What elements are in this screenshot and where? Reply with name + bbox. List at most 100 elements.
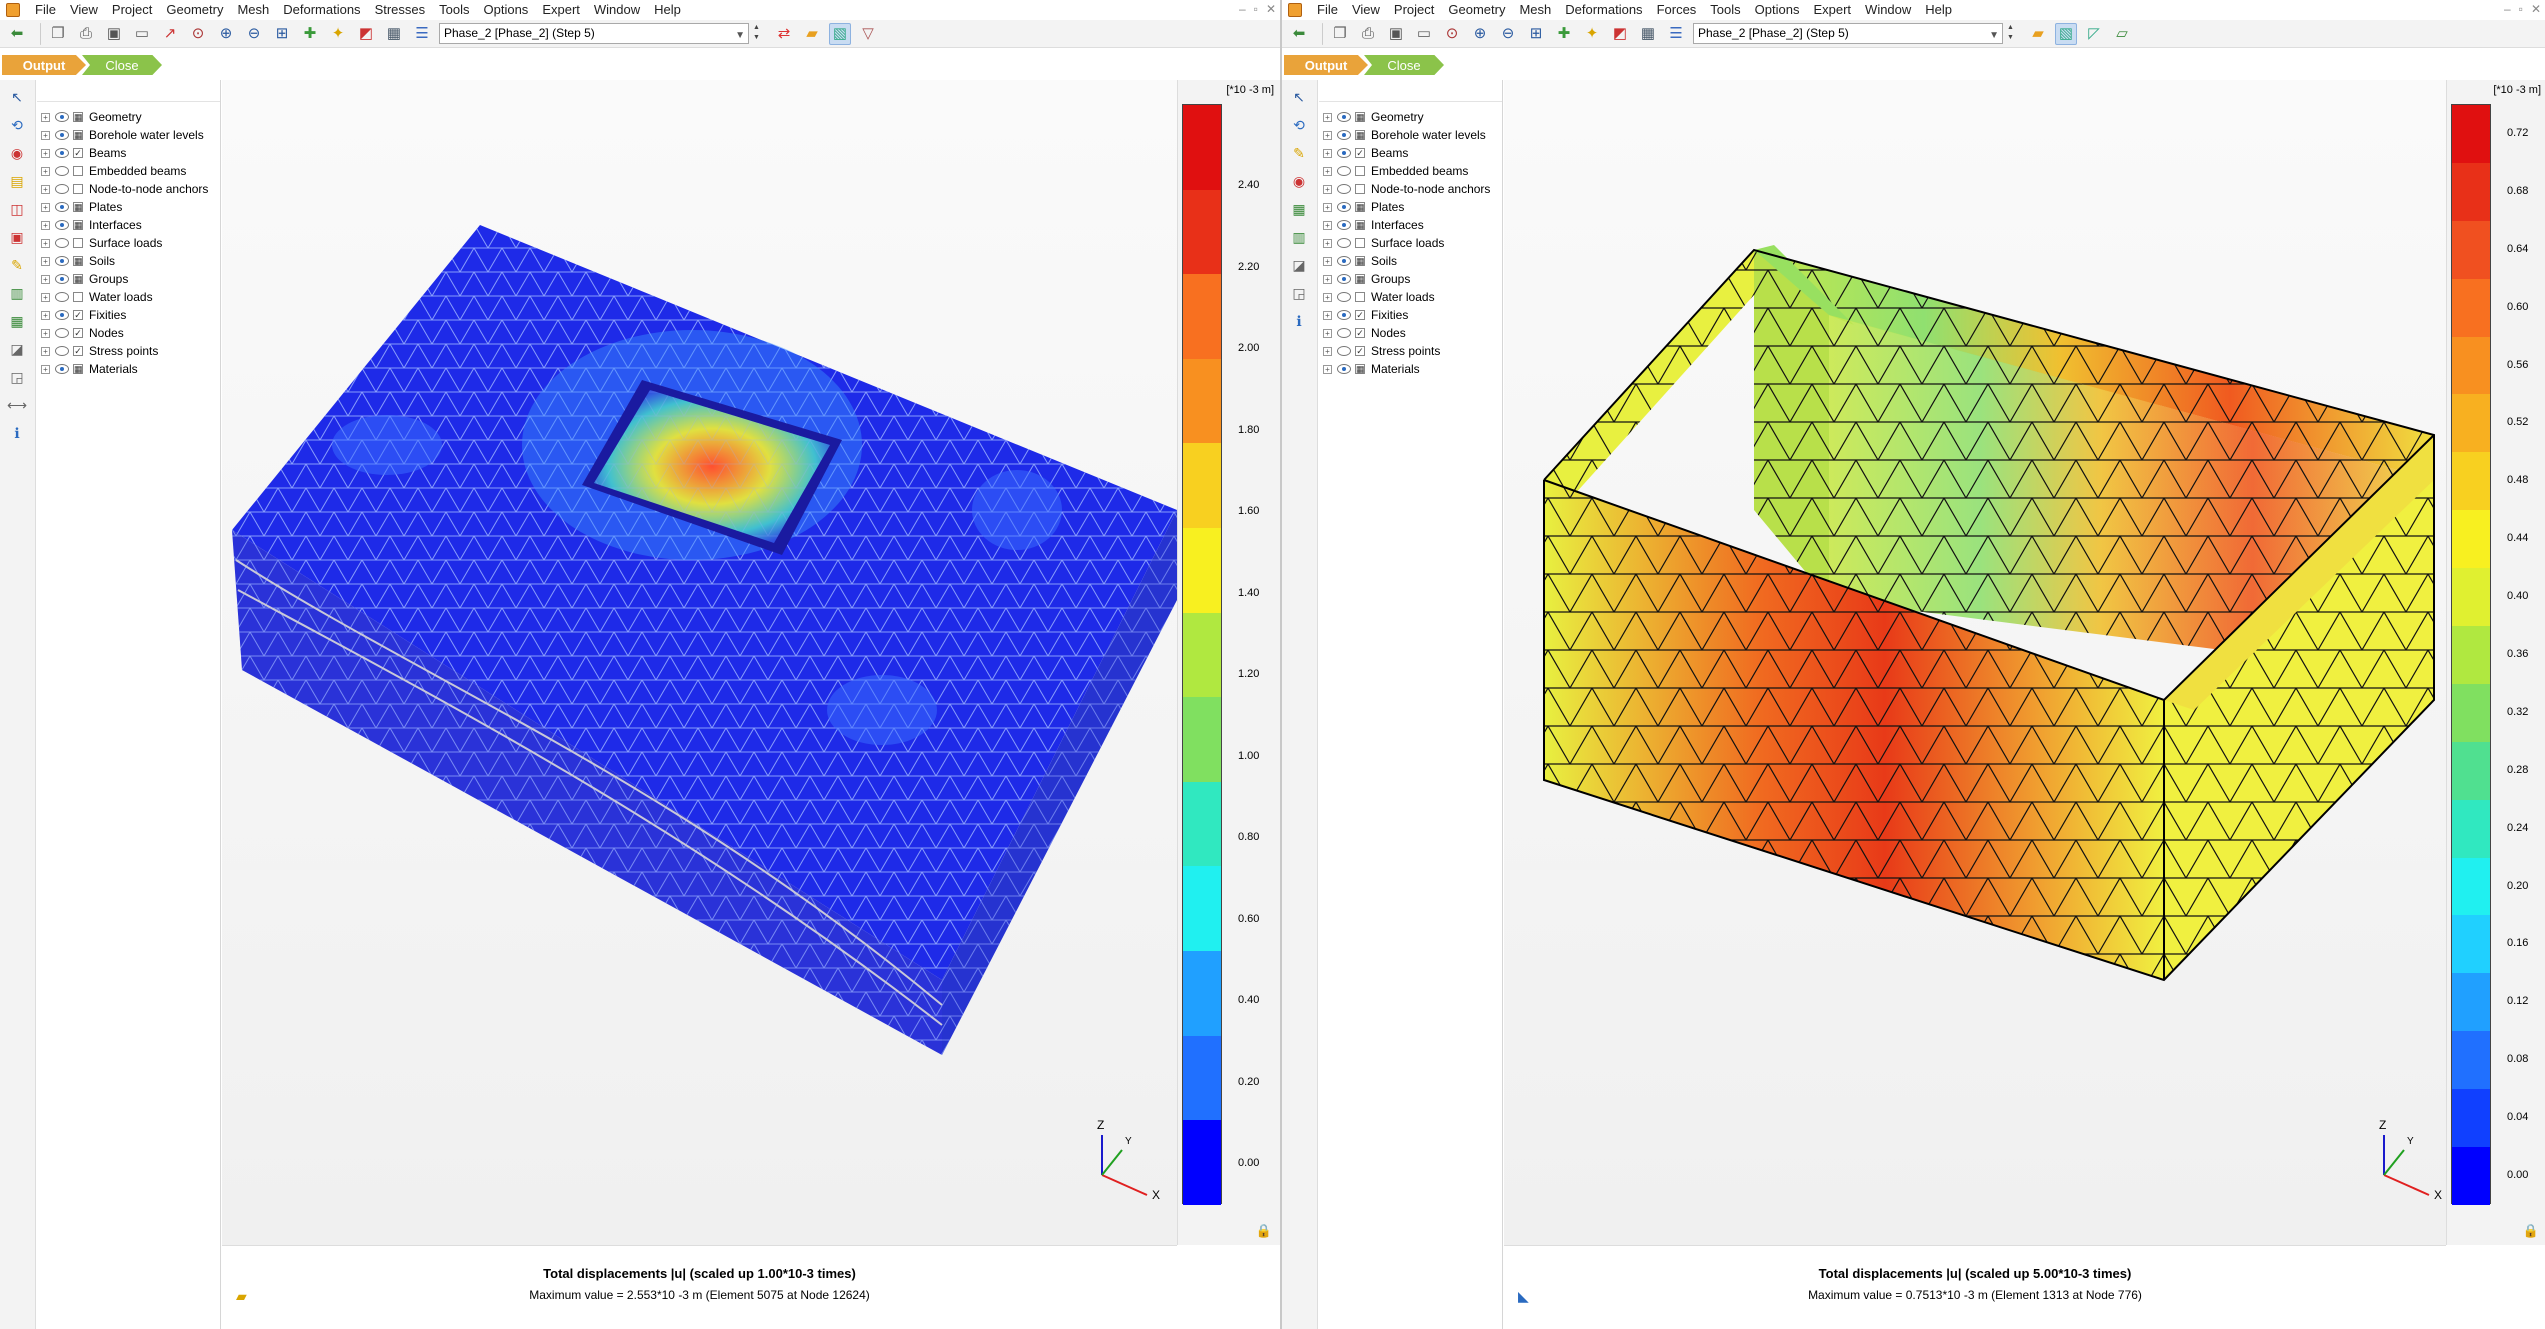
move-icon[interactable]: ✚ xyxy=(1553,23,1575,45)
visibility-eye-icon[interactable] xyxy=(1337,274,1351,284)
explorer-item[interactable]: + ✓ Beams xyxy=(37,144,220,162)
info-icon[interactable]: ℹ xyxy=(1288,310,1310,332)
tab-output[interactable]: Output xyxy=(2,55,86,75)
phase-list-icon[interactable]: ☰ xyxy=(411,23,433,45)
visibility-checkbox[interactable] xyxy=(73,292,83,302)
explorer-item[interactable]: + Water loads xyxy=(1319,288,1502,306)
visibility-checkbox[interactable]: ✓ xyxy=(73,328,83,338)
select-icon[interactable]: ↖ xyxy=(6,86,28,108)
explorer-item[interactable]: + ✓ Nodes xyxy=(1319,324,1502,342)
visibility-eye-icon[interactable] xyxy=(55,328,69,338)
minimize-icon[interactable]: – xyxy=(2504,2,2511,16)
hide-volume-icon[interactable]: ▦ xyxy=(6,310,28,332)
visibility-eye-icon[interactable] xyxy=(55,202,69,212)
menu-view[interactable]: View xyxy=(63,0,105,20)
zoom-out-icon[interactable]: ⊖ xyxy=(243,23,265,45)
visibility-eye-icon[interactable] xyxy=(1337,328,1351,338)
light-icon[interactable]: ✦ xyxy=(1581,23,1603,45)
restore-icon[interactable]: ▫ xyxy=(1254,2,1258,16)
phase-selector[interactable]: Phase_2 [Phase_2] (Step 5) ▼ xyxy=(1693,23,2003,44)
menu-view[interactable]: View xyxy=(1345,0,1387,20)
visibility-checkbox[interactable]: ▦ xyxy=(1355,220,1365,230)
visibility-checkbox[interactable]: ✓ xyxy=(73,148,83,158)
visibility-checkbox[interactable]: ✓ xyxy=(73,346,83,356)
zoom-out-icon[interactable]: ⊖ xyxy=(1497,23,1519,45)
chart-icon[interactable]: ◲ xyxy=(1288,282,1310,304)
explorer-item[interactable]: + Water loads xyxy=(37,288,220,306)
explorer-item[interactable]: + Embedded beams xyxy=(37,162,220,180)
expand-icon[interactable]: + xyxy=(41,166,50,176)
menu-options[interactable]: Options xyxy=(1748,0,1807,20)
phase-stepper[interactable]: ▲ ▼ xyxy=(2007,23,2019,44)
menu-help[interactable]: Help xyxy=(647,0,688,20)
close-icon[interactable]: ✕ xyxy=(1266,2,1276,16)
expand-icon[interactable]: + xyxy=(1323,346,1332,356)
explorer-item[interactable]: + ▦ Soils xyxy=(1319,252,1502,270)
menu-help[interactable]: Help xyxy=(1918,0,1959,20)
visibility-eye-icon[interactable] xyxy=(1337,112,1351,122)
phase-selector[interactable]: Phase_2 [Phase_2] (Step 5) ▼ xyxy=(439,23,749,44)
explorer-item[interactable]: + ▦ Groups xyxy=(1319,270,1502,288)
expand-icon[interactable]: + xyxy=(41,202,50,212)
menu-deformations[interactable]: Deformations xyxy=(276,0,367,20)
visibility-checkbox[interactable]: ▦ xyxy=(73,364,83,374)
explorer-item[interactable]: + ▦ Materials xyxy=(1319,360,1502,378)
menu-file[interactable]: File xyxy=(1310,0,1345,20)
expand-icon[interactable]: + xyxy=(1323,256,1332,266)
copy-icon[interactable]: ❐ xyxy=(47,23,69,45)
iso-surface-icon[interactable]: ▽ xyxy=(857,23,879,45)
visibility-checkbox[interactable] xyxy=(1355,184,1365,194)
lock-icon[interactable]: 🔒 xyxy=(1256,1223,1272,1239)
expand-icon[interactable]: + xyxy=(1323,166,1332,176)
visibility-checkbox[interactable]: ▦ xyxy=(73,256,83,266)
hint-icon[interactable]: ✎ xyxy=(1288,142,1310,164)
visibility-checkbox[interactable] xyxy=(73,184,83,194)
explorer-item[interactable]: + ▦ Interfaces xyxy=(1319,216,1502,234)
visibility-checkbox[interactable] xyxy=(1355,292,1365,302)
plot-icon[interactable]: ◪ xyxy=(6,338,28,360)
expand-icon[interactable]: + xyxy=(41,238,50,248)
plot-icon[interactable]: ◪ xyxy=(1288,254,1310,276)
visibility-eye-icon[interactable] xyxy=(1337,130,1351,140)
distance-icon[interactable]: ▣ xyxy=(6,226,28,248)
select-icon[interactable]: ↖ xyxy=(1288,86,1310,108)
light-icon[interactable]: ✦ xyxy=(327,23,349,45)
visibility-checkbox[interactable] xyxy=(73,166,83,176)
visibility-eye-icon[interactable] xyxy=(55,220,69,230)
menu-window[interactable]: Window xyxy=(587,0,647,20)
measure-icon[interactable]: ⟷ xyxy=(6,394,28,416)
explorer-item[interactable]: + Node-to-node anchors xyxy=(1319,180,1502,198)
visibility-checkbox[interactable] xyxy=(1355,166,1365,176)
visibility-checkbox[interactable]: ▦ xyxy=(1355,256,1365,266)
expand-icon[interactable]: + xyxy=(1323,148,1332,158)
cross-section-icon[interactable]: ◩ xyxy=(355,23,377,45)
explorer-item[interactable]: + ▦ Borehole water levels xyxy=(1319,126,1502,144)
explorer-item[interactable]: + Surface loads xyxy=(1319,234,1502,252)
expand-icon[interactable]: + xyxy=(41,292,50,302)
expand-icon[interactable]: + xyxy=(1323,274,1332,284)
rotate-icon[interactable]: ⟲ xyxy=(1288,114,1310,136)
menu-options[interactable]: Options xyxy=(477,0,536,20)
visibility-eye-icon[interactable] xyxy=(1337,292,1351,302)
close-icon[interactable]: ✕ xyxy=(2531,2,2541,16)
expand-icon[interactable]: + xyxy=(41,364,50,374)
info-icon[interactable]: ℹ xyxy=(6,422,28,444)
menu-mesh[interactable]: Mesh xyxy=(1512,0,1558,20)
explorer-item[interactable]: + ▦ Geometry xyxy=(37,108,220,126)
table-icon[interactable]: ▦ xyxy=(1637,23,1659,45)
menu-window[interactable]: Window xyxy=(1858,0,1918,20)
menu-project[interactable]: Project xyxy=(1387,0,1441,20)
open-project-icon[interactable]: ⬅ xyxy=(1288,23,1310,45)
explorer-item[interactable]: + Surface loads xyxy=(37,234,220,252)
expand-icon[interactable]: + xyxy=(41,220,50,230)
visibility-checkbox[interactable]: ▦ xyxy=(73,130,83,140)
visibility-checkbox[interactable]: ✓ xyxy=(1355,346,1365,356)
rotate-icon[interactable]: ⟲ xyxy=(6,114,28,136)
expand-icon[interactable]: + xyxy=(1323,310,1332,320)
visibility-eye-icon[interactable] xyxy=(55,166,69,176)
visibility-eye-icon[interactable] xyxy=(1337,238,1351,248)
explorer-item[interactable]: + ▦ Materials xyxy=(37,360,220,378)
expand-icon[interactable]: + xyxy=(1323,328,1332,338)
save-icon[interactable]: ▣ xyxy=(103,23,125,45)
save-icon[interactable]: ▣ xyxy=(1385,23,1407,45)
